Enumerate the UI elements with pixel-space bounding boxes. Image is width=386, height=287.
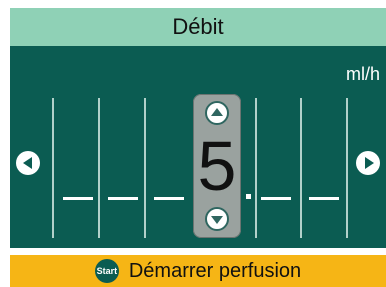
title-bar: Débit [10,8,386,46]
selected-digit[interactable]: 5 [193,94,241,238]
infusion-pump-screen: Débit ml/h 5 Start Démarrer perfusion [0,0,386,287]
digit-separator [98,98,100,238]
digit-separator [300,98,302,238]
next-digit-button[interactable] [356,151,380,175]
digit-separator [144,98,146,238]
chevron-right-icon [364,157,374,169]
page-title: Débit [172,14,224,39]
empty-digit[interactable] [63,197,93,200]
empty-digit[interactable] [154,197,184,200]
chevron-up-icon [211,108,223,116]
decrement-button[interactable] [205,207,229,231]
start-icon: Start [94,259,119,283]
digit-value: 5 [197,127,237,205]
increment-button[interactable] [205,101,229,125]
digit-separator [346,98,348,238]
start-infusion-bar[interactable]: Start Démarrer perfusion [10,255,386,287]
empty-digit[interactable] [108,197,138,200]
digit-separator [52,98,54,238]
empty-digit[interactable] [261,197,291,200]
unit-label: ml/h [345,64,380,84]
rate-entry-panel: ml/h 5 [10,46,386,248]
previous-digit-button[interactable] [16,151,40,175]
chevron-down-icon [211,216,223,224]
digit-separator [255,98,257,238]
empty-digit[interactable] [309,197,339,200]
start-infusion-label: Démarrer perfusion [128,259,302,282]
decimal-point [246,194,251,199]
chevron-left-icon [22,157,32,169]
